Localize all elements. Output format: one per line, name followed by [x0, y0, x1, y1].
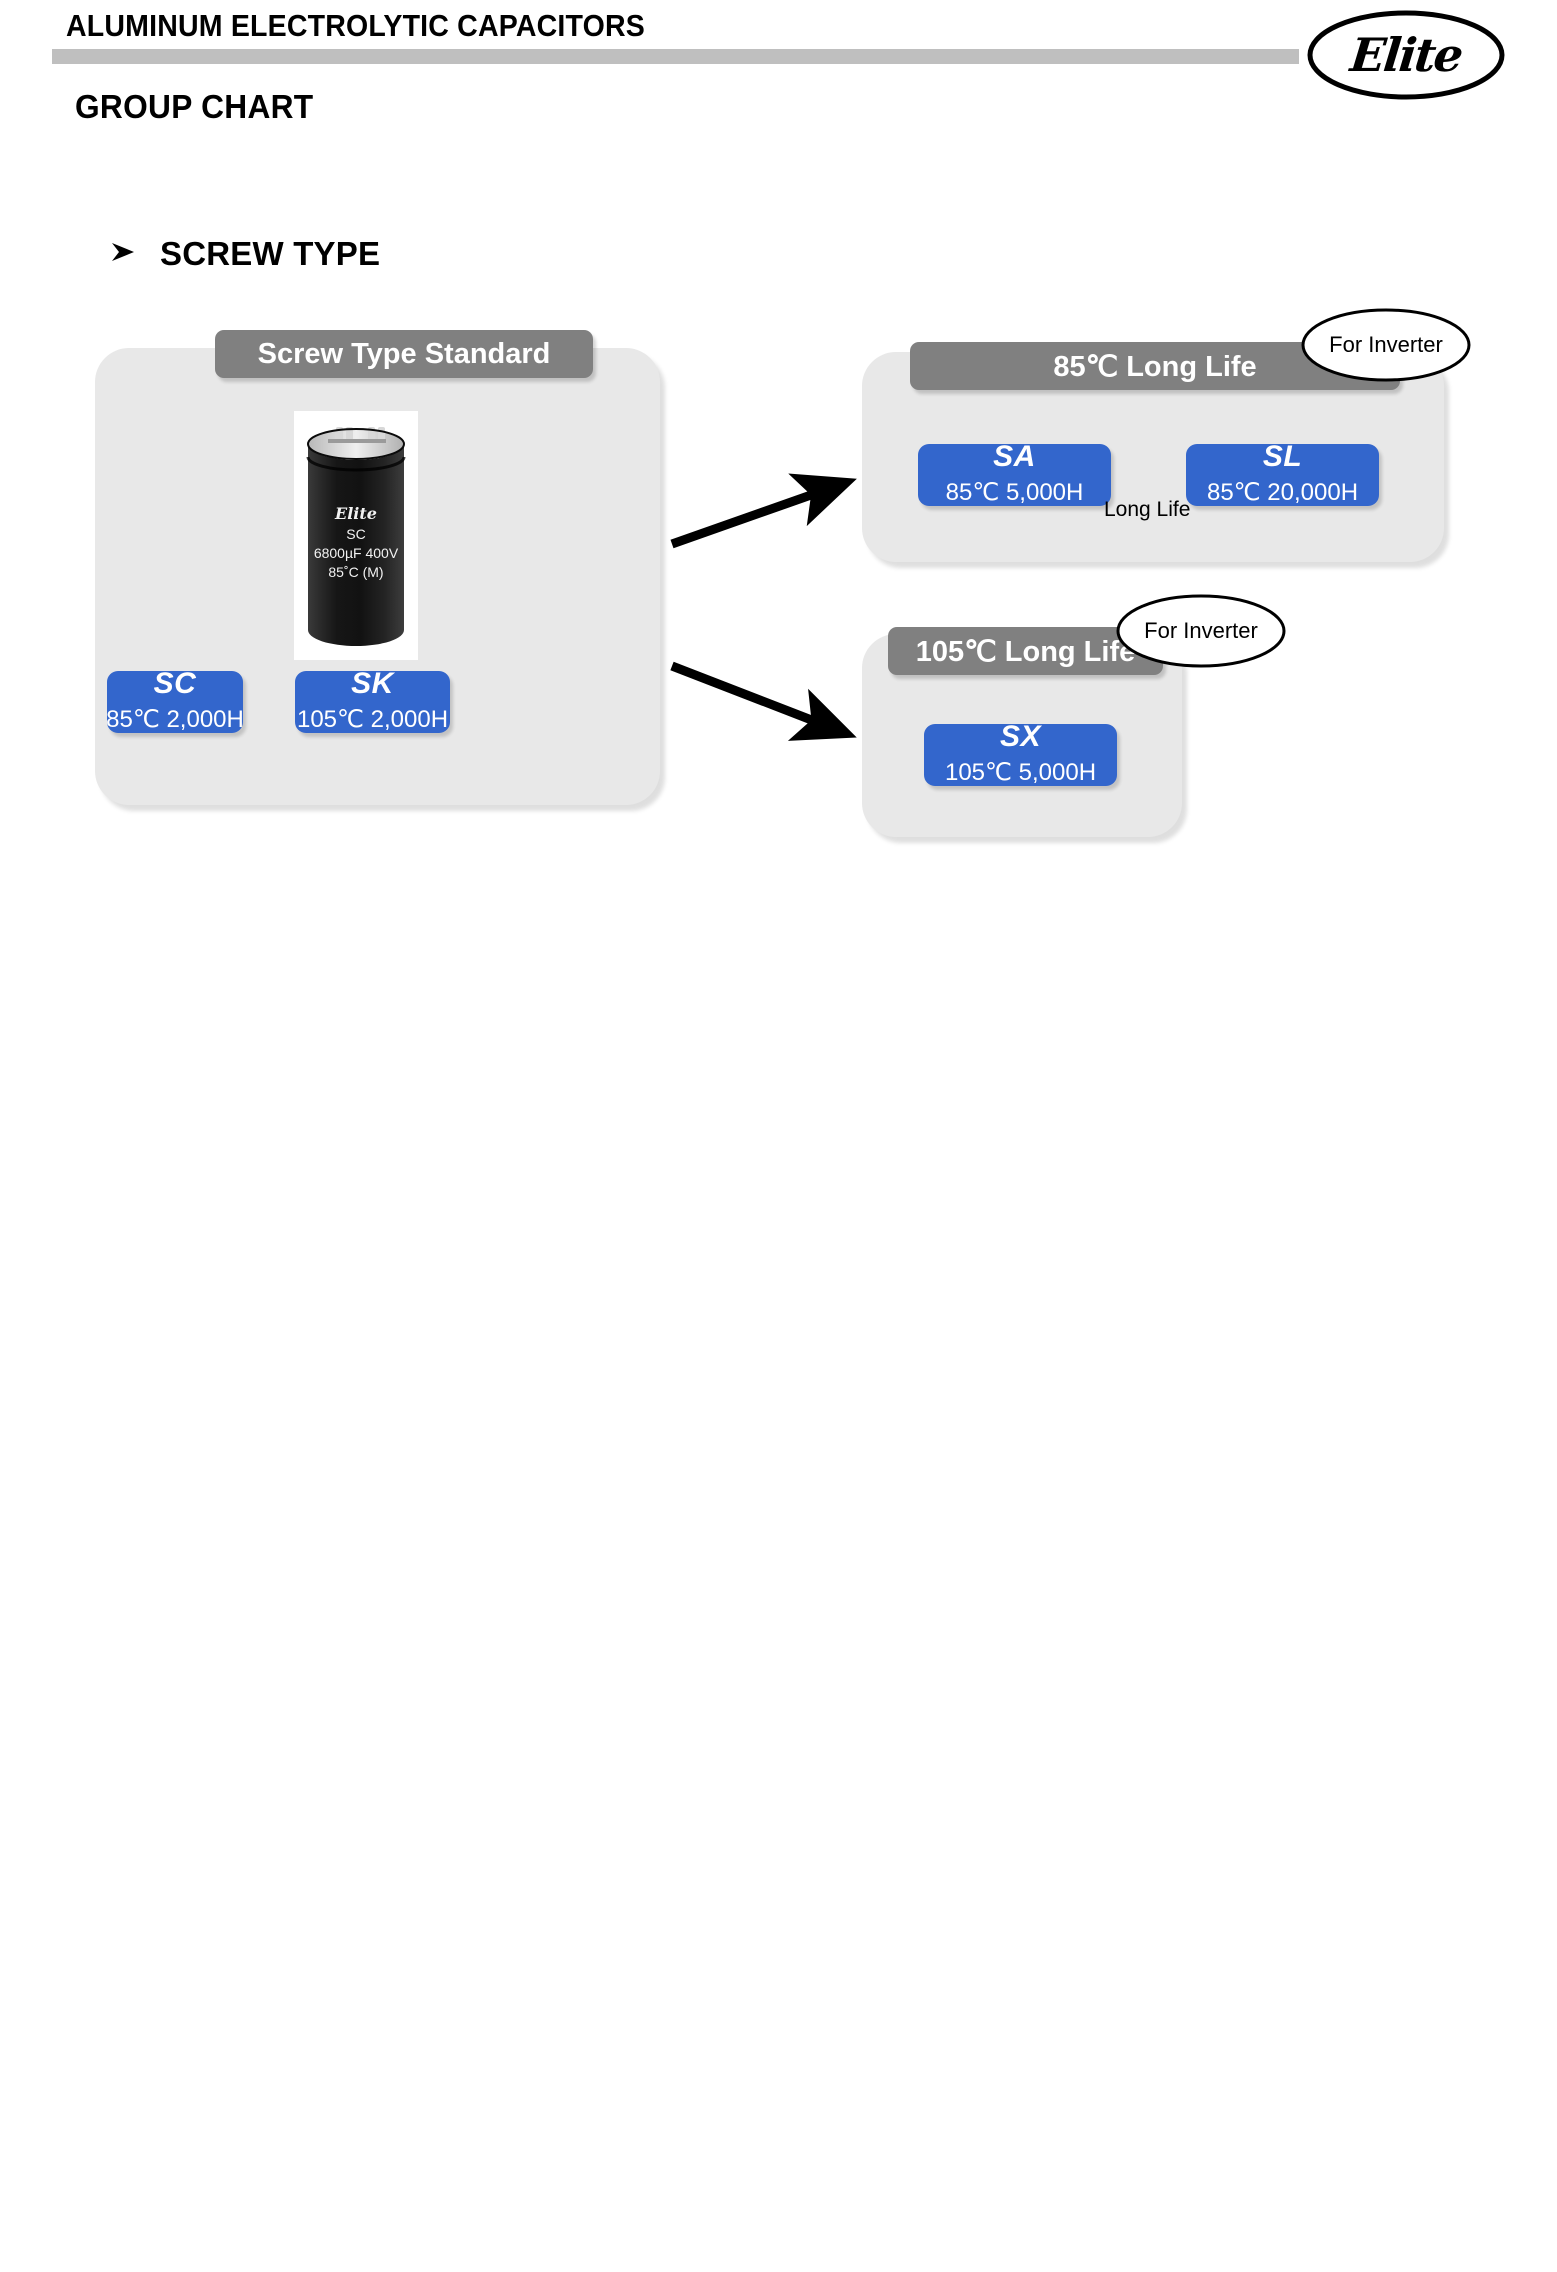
series-chip-spec: 85℃ 20,000H — [1206, 479, 1359, 507]
document-header-title: ALUMINUM ELECTROLYTIC CAPACITORS — [66, 8, 645, 43]
series-chip-sx[interactable]: SX 105℃ 5,000H — [924, 720, 1117, 787]
series-chip-sc[interactable]: SC 85℃ 2,000H — [106, 667, 244, 734]
page-title: GROUP CHART — [75, 88, 314, 125]
series-chip-code: SC — [153, 667, 197, 701]
brand-logo-wordmark: Elite — [1347, 28, 1465, 82]
document-header: ALUMINUM ELECTROLYTIC CAPACITORS GROUP C… — [0, 0, 1557, 160]
series-chip-sa[interactable]: SA 85℃ 5,000H — [918, 440, 1111, 507]
series-chip-spec: 105℃ 5,000H — [944, 759, 1097, 787]
series-chip-code: SL — [1262, 440, 1303, 474]
chevron-bullet-icon — [108, 237, 138, 272]
series-chip-sl[interactable]: SL 85℃ 20,000H — [1186, 440, 1379, 507]
callout-label: For Inverter — [1144, 618, 1258, 643]
svg-text:6800µF 400V: 6800µF 400V — [314, 545, 399, 561]
section-heading-screw-type: SCREW TYPE — [108, 235, 380, 273]
series-chip-spec: 105℃ 2,000H — [296, 706, 449, 734]
panel-header-screw-type-standard: Screw Type Standard — [215, 330, 593, 378]
series-chip-code: SK — [351, 667, 394, 701]
series-chip-sk[interactable]: SK 105℃ 2,000H — [295, 667, 450, 734]
screw-type-capacitor-photo: Elite SC 6800µF 400V 85˚C (M) — [294, 411, 418, 660]
callout-for-inverter-85c: For Inverter — [1300, 307, 1472, 383]
series-chip-code: SX — [999, 720, 1042, 754]
svg-text:Elite: Elite — [334, 504, 377, 523]
panel-screw-type-standard: Screw Type Standard Elite SC 6800µF 400V… — [95, 330, 660, 805]
header-divider-bar — [52, 49, 1299, 64]
svg-text:SC: SC — [346, 526, 365, 542]
arrow-standard-to-105c — [670, 661, 857, 741]
elite-brand-logo: Elite — [1306, 10, 1506, 100]
series-chip-spec: 85℃ 2,000H — [106, 706, 244, 734]
series-chip-spec: 85℃ 5,000H — [945, 479, 1084, 507]
arrow-standard-to-85c — [670, 473, 857, 549]
callout-for-inverter-105c: For Inverter — [1115, 593, 1287, 669]
connector-label-long-life: Long Life — [1104, 498, 1191, 521]
callout-label: For Inverter — [1329, 332, 1443, 357]
svg-text:85˚C (M): 85˚C (M) — [328, 564, 383, 580]
series-chip-code: SA — [993, 440, 1036, 474]
section-heading-label: SCREW TYPE — [160, 235, 381, 272]
panel-85c-long-life: 85℃ Long Life SA 85℃ 5,000H SL 85℃ 20,00… — [862, 342, 1444, 562]
